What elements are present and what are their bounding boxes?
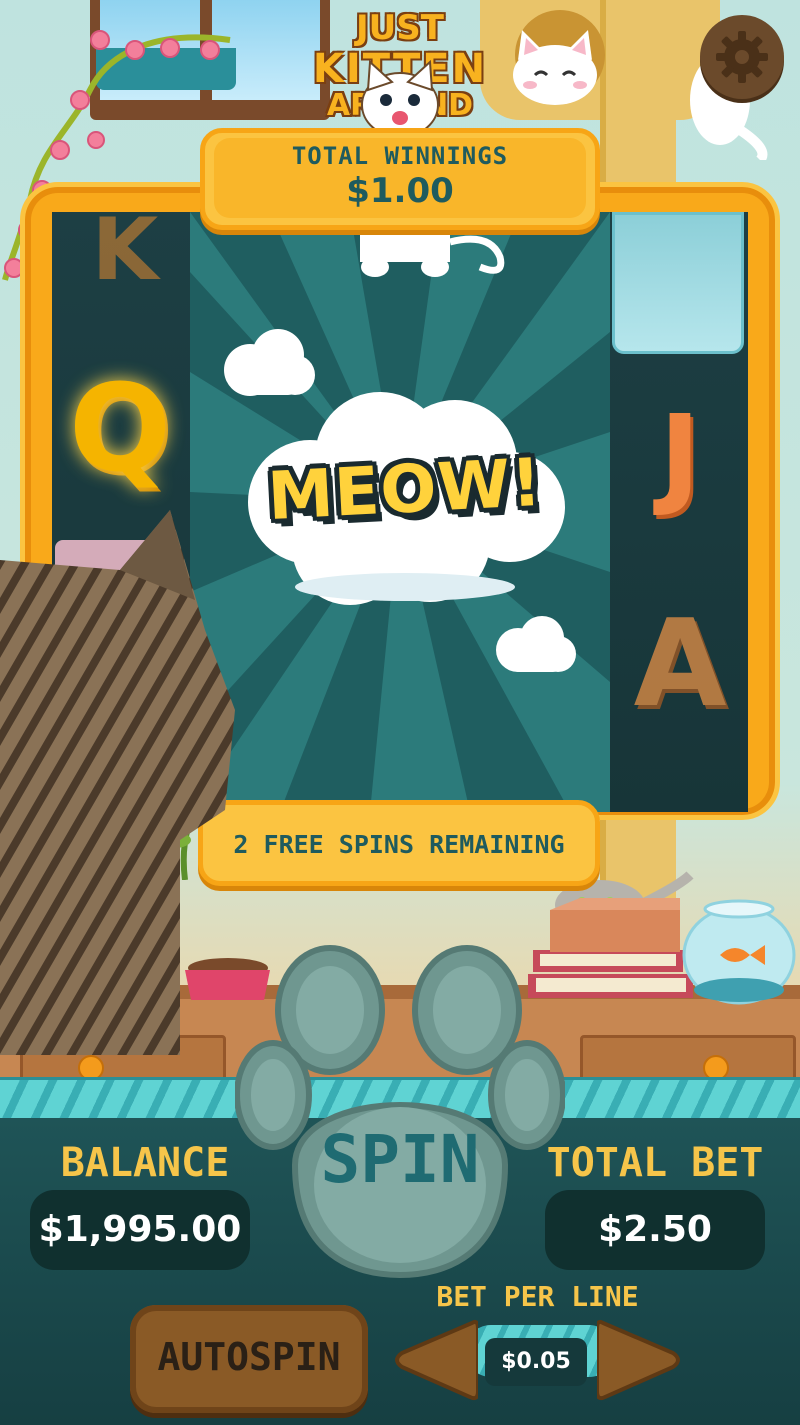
fishbowl-illustration [682,899,796,1005]
total-winnings-label: TOTAL WINNINGS [291,142,509,170]
meow-banner: MEOW! [265,443,545,536]
total-bet-value: $2.50 [598,1209,712,1250]
gear-icon [716,31,768,83]
free-spins-remaining-label: 2 FREE SPINS REMAINING [233,830,565,859]
reel-symbol-teal-tile [612,212,744,354]
total-winnings-value: $1.00 [346,171,454,211]
bet-per-line-label: BET PER LINE [436,1280,639,1313]
reel-symbol-j: J [659,391,701,519]
total-bet-label: TOTAL BET [546,1140,764,1186]
small-cloud [496,616,576,672]
tabby-cat-photo [0,510,235,1055]
logo-text-line1: JUST [356,8,444,48]
reel-symbol-k: K [91,200,159,300]
autospin-button[interactable] [130,1305,368,1413]
increase-bet-button[interactable] [597,1315,683,1405]
reel-symbol-q: Q [68,360,171,499]
bet-per-line-value: $0.05 [501,1349,571,1374]
arrow-left-icon [395,1319,478,1401]
white-kitten-illustration [513,30,597,105]
balance-label: BALANCE [60,1140,230,1186]
decrease-bet-button[interactable] [392,1315,478,1405]
spin-button[interactable] [235,935,565,1280]
reel-symbol-a: A [633,595,727,734]
balance-value: $1,995.00 [38,1209,242,1250]
settings-button[interactable] [700,15,784,99]
arrow-right-icon [597,1319,680,1401]
